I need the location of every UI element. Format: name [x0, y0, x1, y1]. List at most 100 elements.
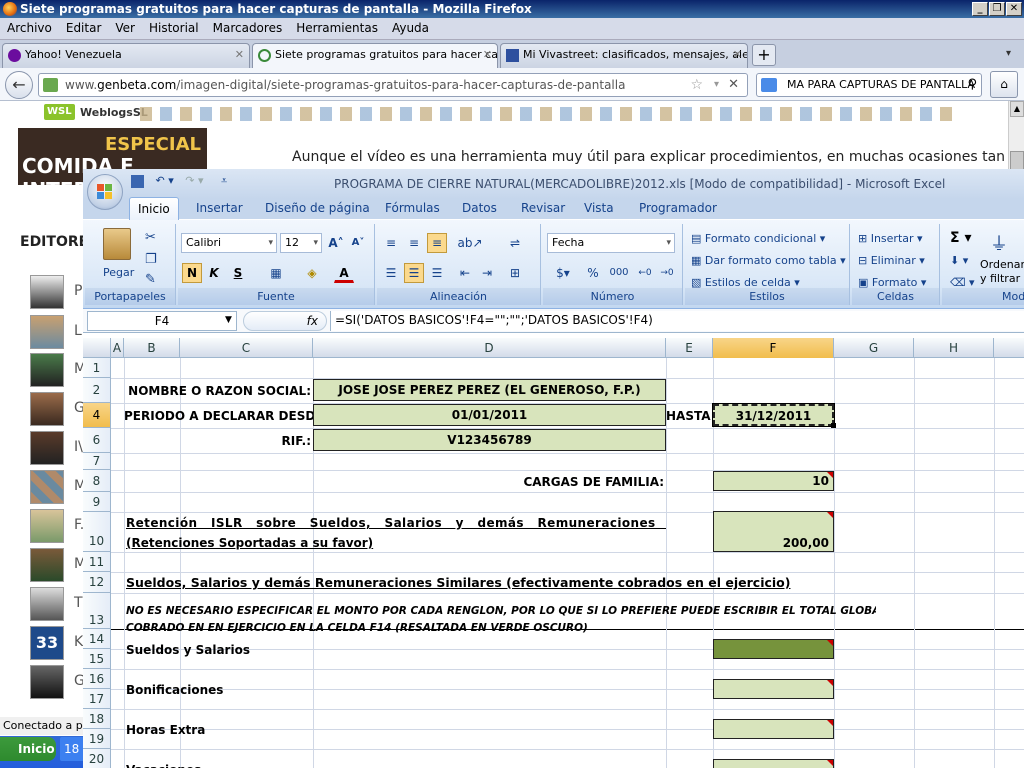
align-left-icon[interactable]: ☰: [381, 263, 401, 283]
row-header[interactable]: 13: [83, 593, 111, 629]
cell-b4-label[interactable]: PERIODO A DECLARAR DESDE: [124, 404, 313, 428]
select-all-corner[interactable]: [83, 338, 111, 358]
cell-b10-title[interactable]: Retención ISLR sobre Sueldos, Salarios y…: [126, 513, 666, 533]
editor-name[interactable]: L: [74, 323, 82, 339]
avatar[interactable]: [30, 315, 64, 349]
back-icon[interactable]: ←: [5, 71, 33, 99]
fill-icon[interactable]: ⬇ ▾: [950, 254, 968, 267]
name-box[interactable]: F4: [87, 311, 237, 331]
shrink-font-icon[interactable]: A˅: [348, 233, 368, 253]
row-header[interactable]: 10: [83, 512, 111, 552]
column-header-d[interactable]: D: [313, 338, 666, 358]
undo-icon[interactable]: ↶ ▾: [156, 174, 174, 187]
avatar[interactable]: [30, 548, 64, 582]
menu-historial[interactable]: Historial: [142, 18, 206, 35]
cell-b13-note2[interactable]: COBRADO EN EN EJERCICIO EN LA CELDA F14 …: [126, 620, 876, 636]
cell-b10-subtitle[interactable]: (Retenciones Soportadas a su favor): [126, 533, 666, 553]
cell-f10-value[interactable]: 200,00: [713, 511, 834, 552]
row-header[interactable]: 18: [83, 709, 111, 729]
column-header-c[interactable]: C: [180, 338, 313, 358]
tab-genbeta[interactable]: Siete programas gratuitos para hacer ca.…: [252, 43, 498, 69]
column-header-f[interactable]: F: [713, 338, 834, 358]
cell-d6-rif[interactable]: V123456789: [313, 429, 666, 451]
format-painter-icon[interactable]: ✎: [145, 272, 156, 287]
font-color-icon[interactable]: A: [334, 263, 354, 283]
menu-archivo[interactable]: Archivo: [0, 18, 59, 35]
tab-list-icon[interactable]: ▾: [1006, 48, 1011, 59]
row-header[interactable]: 1: [83, 358, 111, 378]
format-as-table-button[interactable]: ▦ Dar formato como tabla ▾: [691, 254, 846, 267]
avatar[interactable]: [30, 275, 64, 309]
search-icon[interactable]: ⚲: [967, 74, 977, 96]
autosum-icon[interactable]: Σ ▾: [950, 230, 971, 246]
site-identity-icon[interactable]: [43, 78, 58, 92]
tab-vivastreet[interactable]: Mi Vivastreet: clasificados, mensajes, a…: [500, 43, 748, 68]
cell-f16-input[interactable]: [713, 679, 834, 699]
fill-handle[interactable]: [831, 423, 836, 428]
sort-filter-label1[interactable]: Ordenar: [980, 258, 1024, 271]
cell-d4-from[interactable]: 01/01/2011: [313, 404, 666, 426]
align-top-icon[interactable]: ≡: [381, 233, 401, 253]
search-input[interactable]: MA PARA CAPTURAS DE PANTALLA ⚲: [756, 73, 982, 97]
row-header[interactable]: 8: [83, 470, 111, 492]
editor-name[interactable]: I\: [74, 439, 83, 455]
increase-indent-icon[interactable]: ⇥: [477, 263, 497, 283]
redo-icon[interactable]: ↷ ▾: [185, 174, 203, 187]
increase-decimal-icon[interactable]: ←0: [635, 263, 655, 283]
insert-cells-button[interactable]: ⊞ Insertar ▾: [858, 232, 923, 245]
orientation-icon[interactable]: ab↗: [455, 233, 485, 253]
ribbon-tab-diseno[interactable]: Diseño de página: [265, 201, 370, 215]
row-header[interactable]: 14: [83, 629, 111, 649]
stop-icon[interactable]: ✕: [728, 74, 739, 96]
home-icon[interactable]: ⌂: [990, 71, 1018, 98]
column-header-g[interactable]: G: [834, 338, 914, 358]
menu-herramientas[interactable]: Herramientas: [289, 18, 385, 35]
avatar[interactable]: [30, 587, 64, 621]
ribbon-tab-vista[interactable]: Vista: [584, 201, 614, 215]
wsl-logo[interactable]: WSL: [44, 104, 75, 120]
blog-network-icons[interactable]: [140, 107, 960, 121]
thousands-button[interactable]: 000: [607, 263, 631, 283]
paste-icon[interactable]: [103, 228, 131, 260]
delete-cells-button[interactable]: ⊟ Eliminar ▾: [858, 254, 925, 267]
avatar[interactable]: [30, 470, 64, 504]
row-header[interactable]: 9: [83, 492, 111, 512]
avatar[interactable]: [30, 509, 64, 543]
avatar[interactable]: [30, 353, 64, 387]
sort-filter-label2[interactable]: y filtrar: [980, 272, 1020, 285]
ribbon-tab-datos[interactable]: Datos: [462, 201, 497, 215]
taskbar-item[interactable]: 18: [60, 737, 84, 761]
row-header[interactable]: 17: [83, 689, 111, 709]
row-header[interactable]: 16: [83, 669, 111, 689]
row-header[interactable]: 19: [83, 729, 111, 749]
tab-yahoo[interactable]: Yahoo! Venezuela ✕: [2, 43, 250, 68]
start-button[interactable]: Inicio: [0, 737, 56, 761]
cell-b14-label[interactable]: Sueldos y Salarios: [126, 640, 313, 660]
wrap-text-icon[interactable]: ⇌: [505, 233, 525, 253]
row-header[interactable]: 15: [83, 649, 111, 669]
editor-name[interactable]: T: [74, 595, 83, 611]
cell-b16-label[interactable]: Bonificaciones: [126, 680, 313, 700]
conditional-format-button[interactable]: ▤ Formato condicional ▾: [691, 232, 825, 245]
formula-input[interactable]: =SI('DATOS BASICOS'!F4="";"";'DATOS BASI…: [330, 311, 1024, 331]
menu-ver[interactable]: Ver: [108, 18, 142, 35]
url-dropdown-icon[interactable]: ▾: [714, 74, 719, 96]
align-center-icon[interactable]: ☰: [404, 263, 424, 283]
new-tab-button[interactable]: +: [752, 44, 776, 66]
ribbon-tab-inicio[interactable]: Inicio: [129, 197, 179, 221]
scroll-up-icon[interactable]: ▲: [1010, 101, 1024, 117]
column-header-b[interactable]: B: [124, 338, 180, 358]
sort-filter-icon[interactable]: ⏚: [990, 230, 1008, 256]
cell-b18-label[interactable]: Horas Extra: [126, 720, 313, 740]
avatar[interactable]: 33: [30, 626, 64, 660]
column-header-a[interactable]: A: [111, 338, 124, 358]
row-header[interactable]: 11: [83, 552, 111, 572]
ribbon-tab-programador[interactable]: Programador: [639, 201, 717, 215]
avatar[interactable]: [30, 665, 64, 699]
row-header[interactable]: 7: [83, 453, 111, 470]
cell-b20-label[interactable]: Vacaciones: [126, 760, 313, 768]
percent-button[interactable]: %: [583, 263, 603, 283]
decrease-decimal-icon[interactable]: →0: [657, 263, 677, 283]
close-icon[interactable]: ✕: [1006, 2, 1022, 16]
column-header-h[interactable]: H: [914, 338, 994, 358]
